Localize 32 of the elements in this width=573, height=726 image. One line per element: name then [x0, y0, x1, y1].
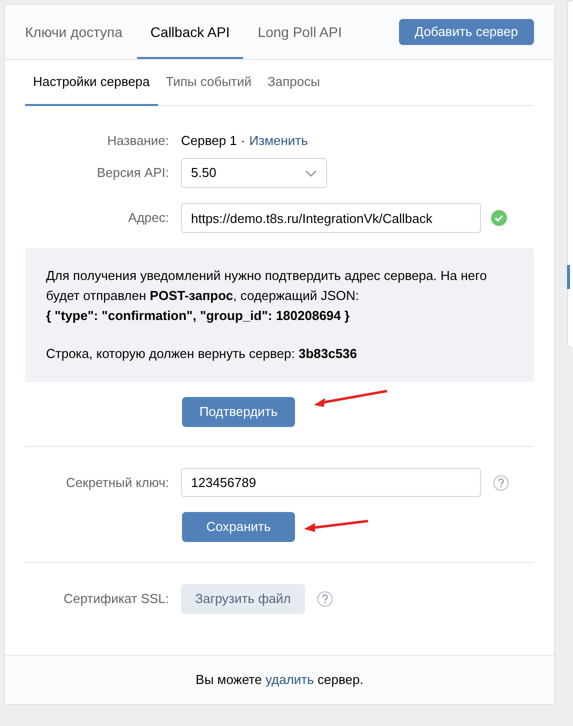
field-label: Сертификат SSL: [62, 590, 169, 608]
info-text: Для получения уведомлений нужно подтвердить адрес сервера. На него будет отправлен POST-запрос, содержащий JSON: [46, 267, 488, 305]
field-label: Секретный ключ: [65, 474, 169, 492]
confirm-button[interactable]: Подтвердить [182, 397, 295, 427]
info-text: { "type": "confirmation", "group_id": 180208694 } [46, 307, 351, 325]
field-label: Название: [106, 132, 169, 150]
add-server-button[interactable]: Добавить сервер [398, 19, 534, 45]
help-icon[interactable] [493, 474, 509, 490]
server-name: Сервер 1 [181, 132, 237, 150]
address-field[interactable]: https://demo.t8s.ru/IntegrationVk/Callback [181, 203, 481, 233]
tab[interactable]: Long Poll API [244, 5, 355, 59]
save-button[interactable]: Сохранить [182, 512, 295, 542]
tab[interactable]: Ключи доступа [25, 5, 136, 59]
chevron-down-icon [305, 170, 317, 176]
delete-link[interactable]: удалить [265, 672, 314, 688]
select-value: 5.50 [191, 164, 216, 182]
tab[interactable]: Callback API [137, 5, 243, 59]
version-select[interactable]: 5.50 [181, 158, 327, 188]
field-label: Адрес: [127, 209, 169, 228]
tab[interactable]: Запросы [260, 60, 328, 106]
help-icon[interactable] [317, 591, 333, 607]
annotation-arrow [303, 519, 369, 533]
secret-key-field[interactable]: 123456789 [181, 468, 481, 497]
tab[interactable]: Настройки сервера [25, 60, 158, 106]
scroll-marker [567, 265, 570, 289]
field-label: Версия API: [96, 164, 169, 182]
footer-text: Вы можете удалить сервер. [196, 671, 364, 690]
edit-link[interactable]: Изменить [249, 130, 308, 150]
info-text: Строка, которую должен вернуть сервер: 3b83c536 [46, 345, 358, 363]
upload-file-button[interactable]: Загрузить файл [181, 584, 305, 614]
separator: · [240, 132, 246, 150]
tab[interactable]: Типы событий [158, 60, 260, 106]
